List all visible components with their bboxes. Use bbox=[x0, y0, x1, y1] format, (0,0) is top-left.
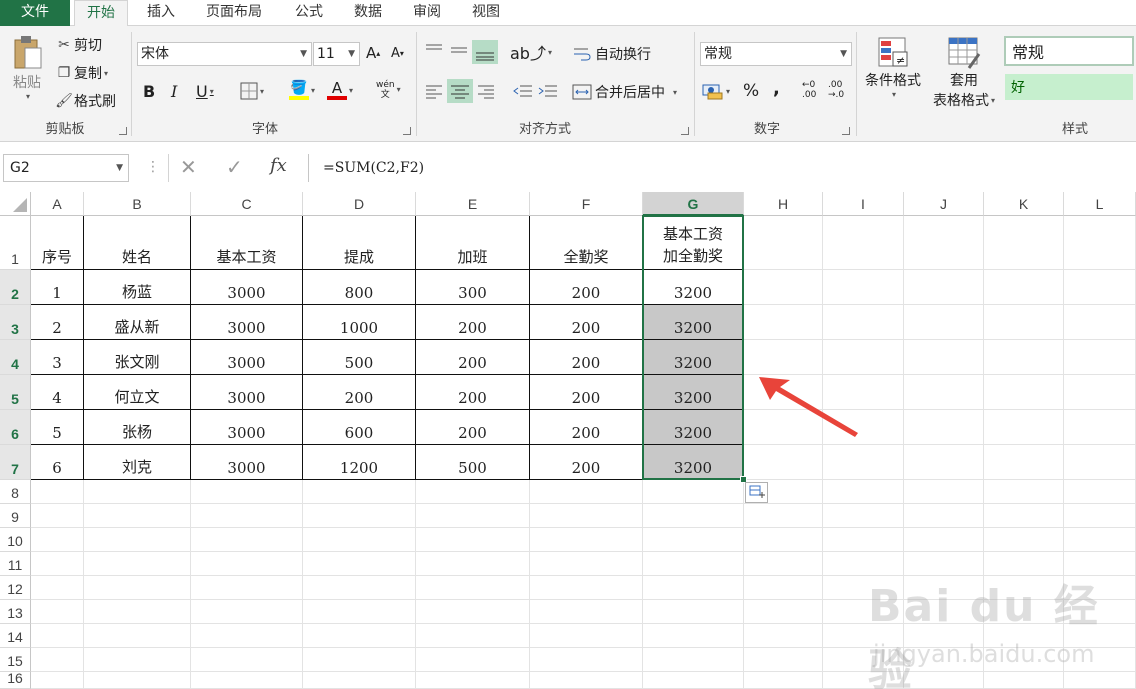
watermark-url: jingyan.baidu.com bbox=[873, 640, 1095, 668]
watermark-brand: Bai du 经验 bbox=[868, 581, 1100, 689]
red-arrow-icon bbox=[759, 377, 858, 437]
quick-analysis-icon bbox=[749, 485, 765, 498]
quick-analysis-button[interactable] bbox=[745, 482, 768, 503]
excel-window: 文件 开始 插入 页面布局 公式 数据 审阅 视图 粘贴 ▾ ✂ 剪切 ❐ 复制 ▾ … bbox=[0, 0, 1136, 689]
